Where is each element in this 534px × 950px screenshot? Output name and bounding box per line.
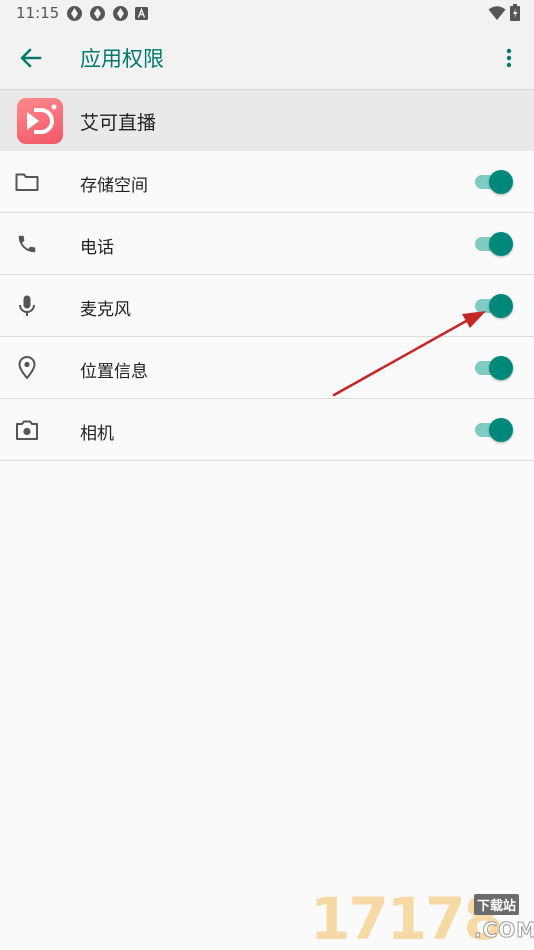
microphone-icon [14, 293, 40, 319]
permission-label: 电话 [80, 238, 114, 258]
toggle-thumb [489, 170, 513, 194]
more-options-button[interactable] [496, 39, 522, 77]
arrow-back-icon [20, 48, 42, 68]
toggle-thumb [489, 294, 513, 318]
back-button[interactable] [12, 39, 50, 77]
sync-icon [113, 6, 128, 21]
toggle-thumb [489, 232, 513, 256]
storage-toggle[interactable] [473, 170, 515, 194]
status-time: 11:15 [16, 4, 60, 22]
status-notification-icons [66, 5, 148, 22]
permission-row-location[interactable]: 位置信息 [0, 337, 534, 399]
permission-row-storage[interactable]: 存储空间 [0, 151, 534, 213]
battery-icon [510, 4, 520, 21]
watermark-badge: 下载站 [474, 894, 520, 915]
permission-label: 麦克风 [80, 300, 131, 320]
watermark-suffix: .COM [473, 918, 534, 943]
app-name: 艾可直播 [80, 112, 157, 134]
more-vert-icon [506, 48, 512, 68]
status-bar: 11:15 [0, 0, 534, 27]
sync-icon [90, 6, 105, 21]
permission-row-microphone[interactable]: 麦克风 [0, 275, 534, 337]
permission-row-camera[interactable]: 相机 [0, 399, 534, 461]
folder-icon [14, 169, 40, 195]
location-toggle[interactable] [473, 356, 515, 380]
status-system-icons [488, 4, 520, 21]
phone-toggle[interactable] [473, 232, 515, 256]
microphone-toggle[interactable] [473, 294, 515, 318]
camera-icon [14, 417, 40, 443]
page-title: 应用权限 [80, 47, 164, 71]
a-badge-icon [135, 7, 148, 20]
permission-list: 存储空间 电话 麦克风 位置信息 相机 [0, 151, 534, 461]
location-icon [14, 355, 40, 381]
permission-row-phone[interactable]: 电话 [0, 213, 534, 275]
app-header: 艾可直播 [0, 89, 534, 151]
watermark-logo: 17178 下载站 .COM [310, 888, 534, 950]
app-logo-icon [17, 98, 63, 144]
camera-toggle[interactable] [473, 418, 515, 442]
permission-label: 存储空间 [80, 176, 148, 196]
phone-icon [14, 231, 40, 257]
app-bar: 应用权限 [0, 27, 534, 89]
toggle-thumb [489, 418, 513, 442]
toggle-thumb [489, 356, 513, 380]
sync-icon [67, 6, 82, 21]
wifi-icon [488, 5, 506, 20]
permission-label: 位置信息 [80, 362, 148, 382]
permission-label: 相机 [80, 424, 114, 444]
